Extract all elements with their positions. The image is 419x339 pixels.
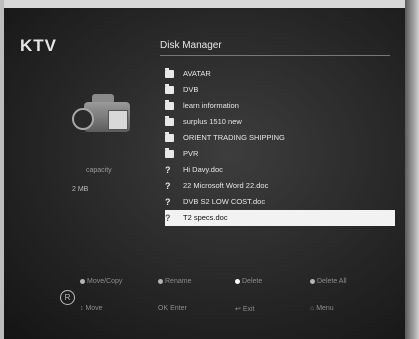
hint-enter[interactable]: OK Enter <box>158 305 187 312</box>
bezel-top <box>0 0 419 8</box>
hint-rename[interactable]: Rename <box>158 278 191 285</box>
item-label: Hi Davy.doc <box>183 165 223 174</box>
remote-logo-icon: R <box>60 290 75 305</box>
bezel-left <box>0 0 4 339</box>
button-dot-icon <box>310 278 315 284</box>
camcorder-icon <box>72 86 134 144</box>
title-divider <box>160 55 390 56</box>
list-item[interactable]: PVR <box>165 146 395 162</box>
item-label: surplus 1510 new <box>183 117 242 126</box>
tv-screen: KTV Disk Manager capacity 2 MB AVATAR DV… <box>0 0 419 339</box>
item-label: learn information <box>183 101 239 110</box>
item-label: AVATAR <box>183 69 211 78</box>
page-title: Disk Manager <box>160 40 222 51</box>
bezel-right <box>405 0 419 339</box>
list-item[interactable]: ORIENT TRADING SHIPPING <box>165 130 395 146</box>
question-icon: ? <box>165 181 171 191</box>
list-item[interactable]: learn information <box>165 98 395 114</box>
exit-icon: ↩ <box>235 306 243 313</box>
question-icon: ? <box>165 213 171 223</box>
list-item[interactable]: AVATAR <box>165 66 395 82</box>
item-label: PVR <box>183 149 199 158</box>
list-item[interactable]: ? 22 Microsoft Word 22.doc <box>165 178 395 194</box>
hint-menu[interactable]: ⌂ Menu <box>310 305 334 312</box>
item-label: ORIENT TRADING SHIPPING <box>183 133 285 142</box>
folder-icon <box>165 116 174 126</box>
list-item[interactable]: DVB <box>165 82 395 98</box>
folder-icon <box>165 68 174 78</box>
item-label: DVB S2 LOW COST.doc <box>183 197 266 206</box>
item-label: T2 specs.doc <box>183 213 228 222</box>
button-dot-icon <box>235 278 240 284</box>
list-item-selected[interactable]: ? T2 specs.doc <box>165 210 395 226</box>
capacity-label: capacity <box>86 167 112 174</box>
button-dot-icon <box>80 278 85 284</box>
list-item[interactable]: ? Hi Davy.doc <box>165 162 395 178</box>
folder-icon <box>165 148 174 158</box>
item-label: DVB <box>183 85 199 94</box>
file-list: AVATAR DVB learn information surplus 151… <box>165 66 395 226</box>
hint-move[interactable]: ↕ Move <box>80 305 103 312</box>
folder-icon <box>165 100 174 110</box>
color-key-hints: Move/Copy Rename Delete Delete All <box>80 278 390 292</box>
list-item[interactable]: surplus 1510 new <box>165 114 395 130</box>
navigation-hints: ↕ Move OK Enter ↩ Exit ⌂ Menu <box>80 305 390 319</box>
capacity-value: 2 MB <box>72 186 89 193</box>
item-label: 22 Microsoft Word 22.doc <box>183 181 269 190</box>
brand-logo: KTV <box>20 36 57 55</box>
folder-icon <box>165 84 174 94</box>
hint-exit[interactable]: ↩ Exit <box>235 305 254 313</box>
folder-icon <box>165 132 174 142</box>
hint-delete-all[interactable]: Delete All <box>310 278 347 285</box>
button-dot-icon <box>158 278 163 284</box>
question-icon: ? <box>165 197 171 207</box>
list-item[interactable]: ? DVB S2 LOW COST.doc <box>165 194 395 210</box>
hint-move-copy[interactable]: Move/Copy <box>80 278 122 285</box>
ok-icon: OK <box>158 305 171 312</box>
question-icon: ? <box>165 165 171 175</box>
hint-delete[interactable]: Delete <box>235 278 262 285</box>
